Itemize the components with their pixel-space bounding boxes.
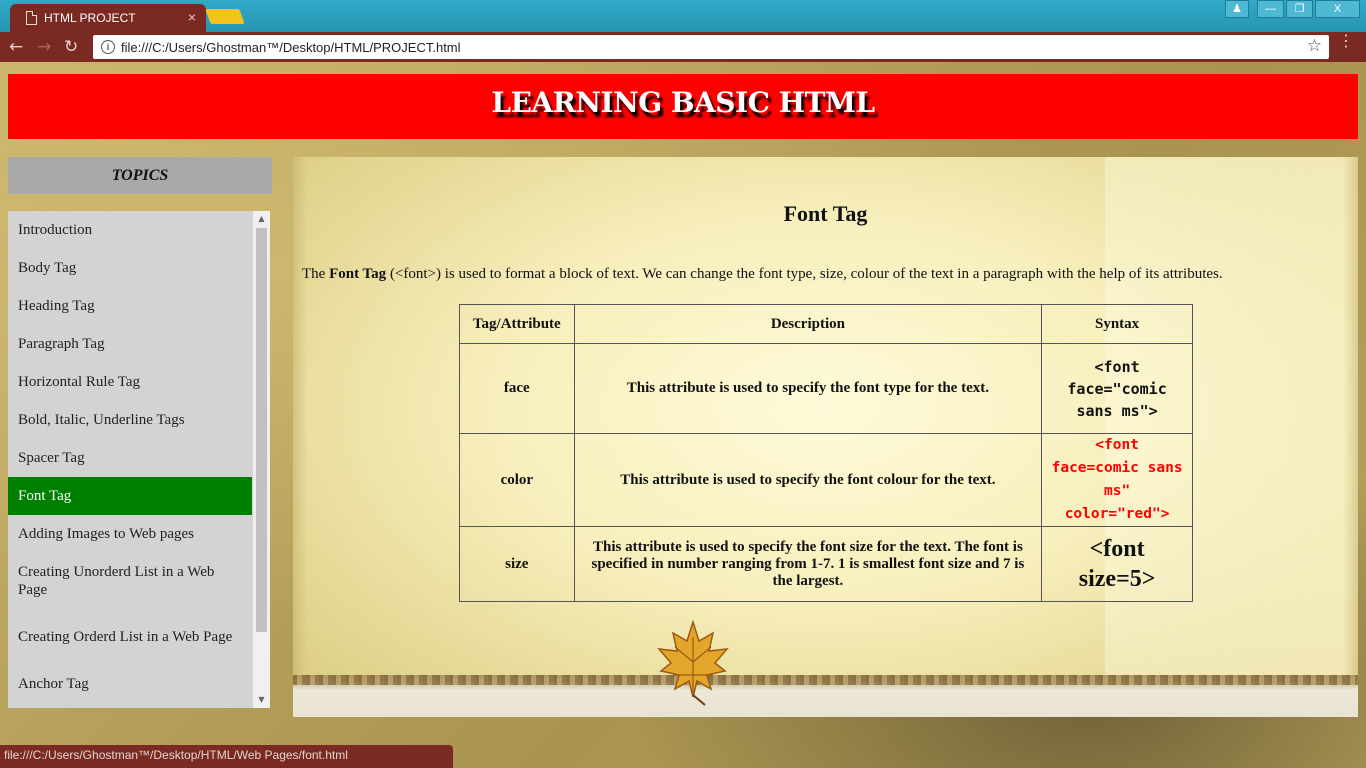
address-url[interactable]: file:///C:/Users/Ghostman™/Desktop/HTML/…	[121, 40, 461, 55]
tab-close-icon[interactable]: ×	[188, 9, 196, 25]
header-cell: Tag/Attribute	[459, 304, 575, 344]
browser-titlebar: HTML PROJECT × ♟ — ❐ X	[0, 0, 1366, 32]
intro-bold: Font Tag	[329, 266, 387, 282]
sidebar-item-unordered-list[interactable]: Creating Unorderd List in a Web Page	[8, 553, 252, 609]
sidebar-item-spacer-tag[interactable]: Spacer Tag	[8, 439, 252, 477]
browser-tab[interactable]: HTML PROJECT ×	[10, 4, 206, 32]
table-row: face This attribute is used to specify t…	[459, 343, 1193, 434]
page-viewport: LEARNING BASIC HTML TOPICS Introduction …	[0, 62, 1366, 768]
intro-rest: (<font>) is used to format a block of te…	[386, 266, 1223, 282]
content-title: Font Tag	[783, 201, 868, 226]
close-window-button[interactable]: X	[1315, 0, 1360, 18]
minimize-button[interactable]: —	[1257, 0, 1284, 18]
sidebar-item-horizontal-rule-tag[interactable]: Horizontal Rule Tag	[8, 363, 252, 401]
syntax-cell: <font size=5>	[1041, 526, 1193, 602]
scroll-down-icon[interactable]: ▼	[253, 692, 270, 708]
table-row: size This attribute is used to specify t…	[459, 526, 1193, 602]
intro-prefix: The	[302, 266, 330, 282]
menu-dots-icon[interactable]: ⋮	[1338, 33, 1354, 49]
maple-leaf-icon	[657, 619, 729, 706]
background-ground	[293, 675, 1358, 717]
page-icon	[26, 11, 37, 25]
sidebar-item-anchor-tag[interactable]: Anchor Tag	[8, 665, 252, 703]
scroll-up-icon[interactable]: ▲	[253, 211, 270, 227]
table-row: color This attribute is used to specify …	[459, 433, 1193, 527]
topics-heading-text: TOPICS	[111, 167, 169, 184]
user-profile-icon[interactable]: ♟	[1225, 0, 1249, 18]
tab-title: HTML PROJECT	[44, 11, 136, 25]
status-bar-url: file:///C:/Users/Ghostman™/Desktop/HTML/…	[0, 745, 453, 768]
topics-heading: TOPICS	[8, 157, 272, 194]
address-bar[interactable]: i file:///C:/Users/Ghostman™/Desktop/HTM…	[93, 35, 1329, 59]
forward-arrow-icon[interactable]: →	[37, 37, 51, 57]
sidebar-item-introduction[interactable]: Introduction	[8, 211, 252, 249]
info-icon[interactable]: i	[101, 40, 115, 54]
new-tab-button[interactable]	[205, 9, 245, 24]
intro-paragraph: The Font Tag (<font>) is used to format …	[302, 266, 1223, 283]
sidebar-scrollbar[interactable]: ▲ ▼	[253, 211, 270, 708]
background-frame	[1343, 157, 1358, 717]
sidebar-item-heading-tag[interactable]: Heading Tag	[8, 287, 252, 325]
content-panel: Font Tag The Font Tag (<font>) is used t…	[293, 157, 1358, 717]
browser-toolbar: ← → ↻ i file:///C:/Users/Ghostman™/Deskt…	[0, 32, 1366, 62]
sidebar-item-bold-italic-underline[interactable]: Bold, Italic, Underline Tags	[8, 401, 252, 439]
table-header-row: Tag/Attribute Description Syntax	[459, 304, 1193, 344]
desc-cell: This attribute is used to specify the fo…	[573, 433, 1043, 527]
banner-title: LEARNING BASIC HTML	[491, 86, 875, 119]
back-arrow-icon[interactable]: ←	[9, 37, 23, 57]
sidebar-item-body-tag[interactable]: Body Tag	[8, 249, 252, 287]
scrollbar-thumb[interactable]	[256, 228, 267, 632]
page-banner: LEARNING BASIC HTML	[8, 74, 1358, 139]
topics-list: Introduction Body Tag Heading Tag Paragr…	[8, 211, 252, 703]
bookmark-star-icon[interactable]: ☆	[1307, 36, 1322, 56]
syntax-cell: <font face=comic sans ms" color="red">	[1041, 433, 1193, 527]
sidebar-item-font-tag[interactable]: Font Tag	[8, 477, 252, 515]
attr-cell: color	[459, 433, 575, 527]
maximize-button[interactable]: ❐	[1286, 0, 1313, 18]
window-controls: ♟ — ❐ X	[1225, 0, 1360, 18]
attr-cell: face	[459, 343, 575, 434]
topics-sidebar: Introduction Body Tag Heading Tag Paragr…	[8, 211, 270, 708]
reload-icon[interactable]: ↻	[64, 37, 78, 57]
header-cell: Syntax	[1041, 304, 1193, 344]
sidebar-item-paragraph-tag[interactable]: Paragraph Tag	[8, 325, 252, 363]
syntax-cell: <font face="comic sans ms">	[1041, 343, 1193, 434]
desc-cell: This attribute is used to specify the fo…	[573, 526, 1043, 602]
sidebar-item-ordered-list[interactable]: Creating Orderd List in a Web Page	[8, 609, 252, 665]
header-cell: Description	[573, 304, 1043, 344]
sidebar-item-adding-images[interactable]: Adding Images to Web pages	[8, 515, 252, 553]
background-frame	[293, 157, 308, 717]
desc-cell: This attribute is used to specify the fo…	[573, 343, 1043, 434]
attr-cell: size	[459, 526, 575, 602]
attributes-table: Tag/Attribute Description Syntax face Th…	[459, 304, 1193, 602]
